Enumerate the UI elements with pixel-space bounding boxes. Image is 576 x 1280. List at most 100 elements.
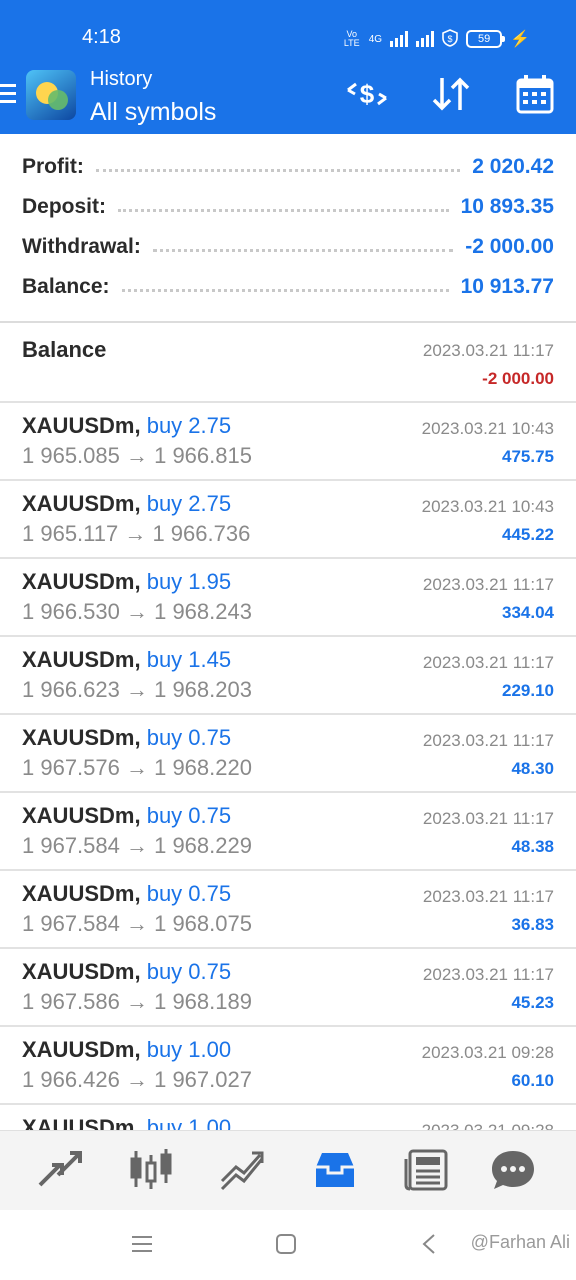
trade-prices: 1 967.584 → 1 968.229 (22, 833, 252, 858)
trade-side: buy 0.75 (146, 881, 232, 906)
profit-label: Profit: (22, 155, 84, 178)
trade-symbol: XAUUSDm, (22, 569, 141, 594)
trade-side: buy 0.75 (146, 803, 232, 828)
svg-text:$: $ (448, 34, 453, 44)
app-title: History (90, 68, 153, 90)
chart-icon[interactable] (126, 1147, 176, 1193)
withdrawal-value: -2 000.00 (465, 235, 554, 258)
battery-icon: 59 (466, 30, 506, 48)
vpn-shield-icon: $ (442, 28, 458, 50)
trade-date: 2023.03.21 11:17 (422, 731, 554, 750)
withdrawal-label: Withdrawal: (22, 235, 141, 258)
trade-profit: 445.22 (502, 525, 554, 544)
trade-side: buy 1.45 (146, 647, 232, 672)
trade-prices: 1 967.586 → 1 968.189 (22, 989, 252, 1014)
trade-side: buy 1.00 (146, 1037, 232, 1062)
trade-profit: 60.10 (511, 1071, 554, 1090)
trade-symbol: XAUUSDm, (22, 413, 141, 438)
symbol-filter[interactable]: All symbols (90, 98, 216, 127)
app-bar: History All symbols $ (0, 68, 576, 134)
trade-symbol: XAUUSDm, (22, 881, 141, 906)
trade-date: 2023.03.21 11:17 (422, 653, 554, 672)
trade-profit: 475.75 (502, 447, 554, 466)
balance-label: Balance: (22, 275, 110, 298)
trade-side: buy 2.75 (146, 491, 232, 516)
menu-icon[interactable] (0, 84, 18, 110)
svg-text:$: $ (360, 79, 375, 109)
leader-dots (152, 248, 454, 252)
balance-entry-title: Balance (22, 337, 107, 362)
trade-date: 2023.03.21 10:43 (421, 497, 554, 516)
trade-symbol: XAUUSDm, (22, 491, 141, 516)
balance-entry[interactable]: Balance 2023.03.21 11:17 -2 000.00 (0, 323, 576, 403)
balance-entry-date: 2023.03.21 11:17 (422, 341, 554, 360)
recents-icon[interactable] (130, 1232, 154, 1256)
trade-profit: 48.38 (511, 837, 554, 856)
app-logo (26, 70, 76, 120)
status-time: 4:18 (82, 26, 121, 48)
trade-symbol: XAUUSDm, (22, 725, 141, 750)
trade-profit: 45.23 (511, 993, 554, 1012)
trade-prices: 1 965.117 → 1 966.736 (22, 521, 251, 546)
trade-date: 2023.03.21 11:17 (422, 575, 554, 594)
trade-symbol: XAUUSDm, (22, 1037, 141, 1062)
trade-symbol: XAUUSDm, (22, 959, 141, 984)
history-summary: Profit: 2 020.42 Deposit: 10 893.35 With… (0, 134, 576, 322)
trade-row[interactable]: XAUUSDm, buy 0.75 1 967.586 → 1 968.189 … (0, 949, 576, 1027)
leader-dots (118, 208, 449, 212)
deposit-row: Deposit: 10 893.35 (22, 192, 554, 222)
status-icons: Vo LTE 4G $ 59 ⚡ (343, 26, 530, 52)
signal-icon-2 (416, 31, 435, 47)
trade-row[interactable]: XAUUSDm, buy 0.75 1 967.584 → 1 968.075 … (0, 871, 576, 949)
trade-symbol: XAUUSDm, (22, 803, 141, 828)
trade-profit: 229.10 (502, 681, 554, 700)
trade-side: buy 0.75 (146, 959, 232, 984)
trade-row[interactable]: XAUUSDm, buy 0.75 1 967.576 → 1 968.220 … (0, 715, 576, 793)
deposit-value: 10 893.35 (460, 195, 554, 218)
withdrawal-row: Withdrawal: -2 000.00 (22, 232, 554, 262)
history-icon[interactable] (310, 1147, 360, 1193)
trade-side: buy 1.95 (146, 569, 232, 594)
trade-row[interactable]: XAUUSDm, buy 1.95 1 966.530 → 1 968.243 … (0, 559, 576, 637)
watermark-text: @Farhan Ali (470, 1232, 570, 1252)
trade-prices: 1 966.426 → 1 967.027 (22, 1067, 252, 1092)
trade-profit: 48.30 (511, 759, 554, 778)
charging-icon: ⚡ (510, 31, 530, 48)
trade-row[interactable]: XAUUSDm, buy 1.00 1 966.426 → 1 967.027 … (0, 1027, 576, 1105)
trade-row[interactable]: XAUUSDm, buy 1.45 1 966.623 → 1 968.203 … (0, 637, 576, 715)
calendar-icon[interactable] (512, 74, 558, 114)
home-icon[interactable] (274, 1232, 298, 1256)
trade-date: 2023.03.21 11:17 (422, 809, 554, 828)
trade-prices: 1 965.085 → 1 966.815 (22, 443, 252, 468)
trade-row[interactable]: XAUUSDm, buy 2.75 1 965.085 → 1 966.815 … (0, 403, 576, 481)
sort-icon[interactable] (428, 74, 474, 114)
trade-date: 2023.03.21 11:17 (422, 887, 554, 906)
balance-row: Balance: 10 913.77 (22, 272, 554, 302)
trade-side: buy 0.75 (146, 725, 232, 750)
trade-prices: 1 966.530 → 1 968.243 (22, 599, 252, 624)
status-bar: 4:18 Vo LTE 4G $ 59 ⚡ (0, 0, 576, 70)
system-nav: @Farhan Ali (0, 1210, 576, 1280)
currency-swap-icon[interactable]: $ (344, 74, 390, 114)
back-icon[interactable] (418, 1232, 442, 1256)
profit-value: 2 020.42 (472, 155, 554, 178)
trade-profit: 334.04 (502, 603, 554, 622)
trade-row[interactable]: XAUUSDm, buy 2.75 1 965.117 → 1 966.736 … (0, 481, 576, 559)
profit-row: Profit: 2 020.42 (22, 152, 554, 182)
bottom-nav (0, 1130, 576, 1211)
quotes-icon[interactable] (34, 1147, 84, 1193)
leader-dots (121, 288, 449, 292)
balance-entry-amount: -2 000.00 (482, 369, 554, 388)
signal-icon (390, 31, 409, 47)
news-icon[interactable] (402, 1147, 452, 1193)
trade-prices: 1 967.576 → 1 968.220 (22, 755, 252, 780)
trade-side: buy 2.75 (146, 413, 232, 438)
trade-date: 2023.03.21 10:43 (421, 419, 554, 438)
balance-value: 10 913.77 (460, 275, 554, 298)
trade-date: 2023.03.21 11:17 (422, 965, 554, 984)
leader-dots (95, 168, 461, 172)
trade-row[interactable]: XAUUSDm, buy 0.75 1 967.584 → 1 968.229 … (0, 793, 576, 871)
trade-symbol: XAUUSDm, (22, 647, 141, 672)
chat-icon[interactable] (488, 1147, 538, 1193)
trade-icon[interactable] (218, 1147, 268, 1193)
